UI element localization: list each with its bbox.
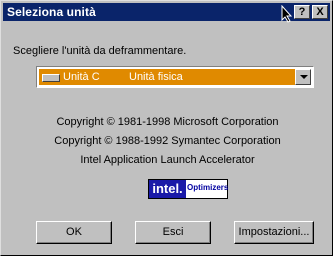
intel-optimizers-logo: intel. Optimizers (148, 179, 228, 199)
drive-name: Unità C (63, 71, 100, 83)
exit-button[interactable]: Esci (135, 221, 211, 244)
close-button[interactable]: X (312, 5, 328, 19)
optimizers-logo-text: Optimizers (187, 183, 229, 192)
ok-button[interactable]: OK (36, 221, 112, 244)
settings-button[interactable]: Impostazioni... (234, 221, 314, 244)
intel-product-line: Intel Application Launch Accelerator (80, 154, 255, 166)
symantec-copyright: Copyright © 1988-1992 Symantec Corporati… (54, 135, 281, 147)
drive-type: Unità fisica (129, 71, 183, 83)
select-drive-dialog: Seleziona unità ? X Scegliere l'unità da… (0, 0, 333, 256)
prompt-label: Scegliere l'unità da deframmentare. (13, 45, 187, 57)
selected-drive-row[interactable]: Unità C Unità fisica (39, 69, 295, 85)
drive-select[interactable]: Unità C Unità fisica (36, 66, 314, 88)
window-title: Seleziona unità (7, 5, 96, 19)
chevron-down-icon (300, 75, 308, 79)
dropdown-button[interactable] (295, 69, 311, 85)
mouse-cursor-icon (281, 5, 293, 23)
intel-logo-text: intel. (149, 180, 186, 198)
help-button[interactable]: ? (294, 5, 310, 19)
hard-drive-icon (42, 74, 60, 82)
microsoft-copyright: Copyright © 1981-1998 Microsoft Corporat… (56, 116, 279, 128)
